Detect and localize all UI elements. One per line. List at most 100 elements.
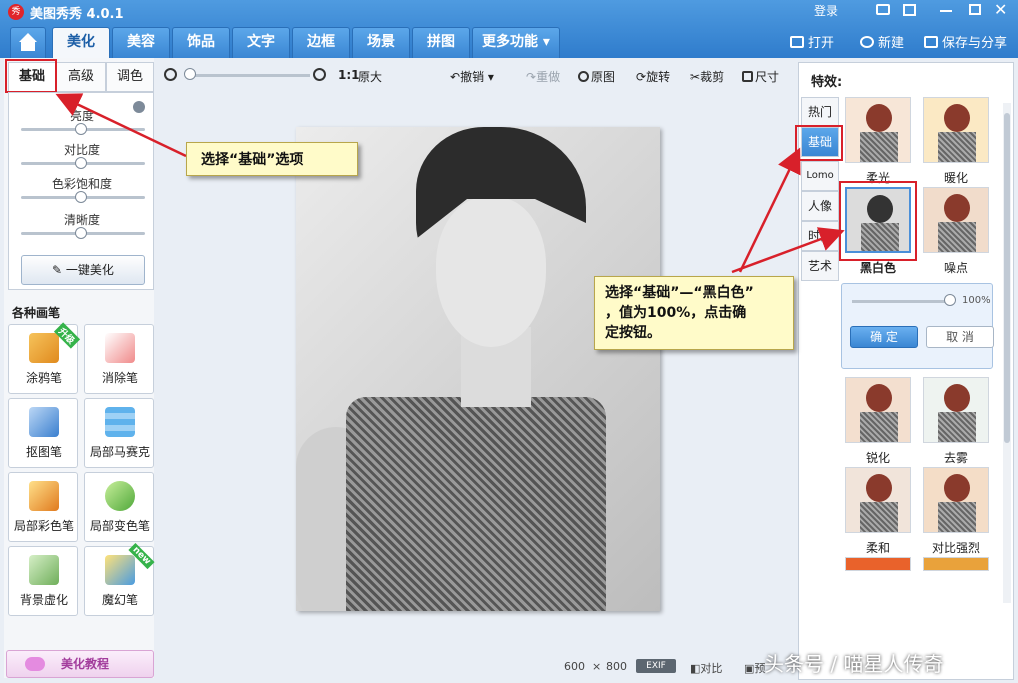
- undo-button[interactable]: ↶撤销 ▾: [450, 68, 494, 85]
- effects-scrollbar[interactable]: [1003, 103, 1011, 603]
- category-art[interactable]: 艺术: [801, 251, 839, 281]
- message-icon[interactable]: [876, 4, 890, 15]
- confirm-button[interactable]: 确 定: [850, 326, 918, 348]
- image-height: 800: [606, 660, 627, 673]
- open-button[interactable]: 打开: [790, 32, 834, 51]
- undo-dropdown-icon[interactable]: ▾: [488, 70, 494, 84]
- thumb-body: [938, 412, 976, 442]
- saturation-thumb[interactable]: [75, 191, 87, 203]
- one-click-beautify-button[interactable]: ✎ 一键美化: [21, 255, 145, 285]
- arrow-to-basic-category: [738, 147, 801, 273]
- tab-beauty[interactable]: 美容: [112, 27, 170, 58]
- contrast-thumb[interactable]: [75, 157, 87, 169]
- effect-partial-1[interactable]: [845, 557, 911, 571]
- category-lomo[interactable]: Lomo: [801, 161, 839, 191]
- brush-partial-color[interactable]: 局部彩色笔: [8, 472, 78, 542]
- tab-beautify[interactable]: 美化: [52, 27, 110, 58]
- home-icon[interactable]: [10, 27, 46, 58]
- zoom-slider[interactable]: [186, 74, 310, 77]
- save-share-button[interactable]: 保存与分享: [924, 32, 1007, 51]
- tab-scene[interactable]: 场景: [352, 27, 410, 58]
- sharpness-thumb[interactable]: [75, 227, 87, 239]
- folder-icon: [790, 36, 804, 48]
- paint-bucket-icon: [105, 481, 135, 511]
- crop-label: 裁剪: [700, 70, 725, 84]
- strength-value: 100%: [962, 295, 991, 306]
- effect-partial-2[interactable]: [923, 557, 989, 571]
- login-link[interactable]: 登录: [814, 2, 838, 19]
- strength-thumb[interactable]: [944, 294, 956, 306]
- category-portrait[interactable]: 人像: [801, 191, 839, 221]
- brush-mosaic[interactable]: 局部马赛克: [84, 398, 154, 468]
- redo-icon: ↷: [526, 70, 537, 84]
- effect-black-white[interactable]: [845, 187, 911, 253]
- brush-eraser[interactable]: 消除笔: [84, 324, 154, 394]
- hand-icon: [25, 657, 45, 671]
- tab-border[interactable]: 边框: [292, 27, 350, 58]
- tab-collage[interactable]: 拼图: [412, 27, 470, 58]
- cancel-button[interactable]: 取 消: [926, 326, 994, 348]
- tab-more-features[interactable]: 更多功能 ▾: [472, 27, 560, 58]
- effect-soft[interactable]: [845, 467, 911, 533]
- zoom-thumb[interactable]: [184, 68, 196, 80]
- original-button[interactable]: 原图: [578, 68, 615, 85]
- brush-background-blur[interactable]: 背景虚化: [8, 546, 78, 616]
- sharpness-label: 清晰度: [63, 213, 100, 227]
- strength-slider[interactable]: [852, 300, 952, 303]
- adjustment-panel: 亮度 对比度 色彩饱和度 清晰度 ✎ 一键美化: [8, 92, 154, 290]
- open-label: 打开: [808, 36, 835, 51]
- tab-accessories[interactable]: 饰品: [172, 27, 230, 58]
- close-icon[interactable]: ✕: [994, 0, 1007, 19]
- edited-photo[interactable]: [296, 127, 660, 611]
- skin-icon[interactable]: [903, 4, 916, 16]
- subtab-advanced[interactable]: 高级: [56, 62, 106, 92]
- tab-text[interactable]: 文字: [232, 27, 290, 58]
- category-fashion[interactable]: 时尚: [801, 221, 839, 251]
- actual-size-button[interactable]: 原大: [358, 68, 382, 85]
- effects-panel: 特效: 热门 基础 Lomo 人像 时尚 艺术 柔光 暖化 黑白色 噪点 100…: [795, 62, 1014, 680]
- brush-eraser-label: 消除笔: [101, 371, 138, 385]
- actual-size-ratio[interactable]: 1:1: [338, 68, 360, 82]
- compare-button[interactable]: ◧对比: [690, 660, 722, 676]
- effect-warm[interactable]: [923, 97, 989, 163]
- brush-doodle[interactable]: 升级 涂鸦笔: [8, 322, 81, 394]
- original-label: 原图: [591, 70, 616, 84]
- exif-button[interactable]: EXIF: [636, 659, 676, 673]
- brush-cutout-label: 抠图笔: [25, 445, 62, 459]
- thumb-head: [866, 104, 892, 132]
- mosaic-icon: [105, 407, 135, 437]
- effect-noise[interactable]: [923, 187, 989, 253]
- maximize-icon[interactable]: [969, 4, 981, 15]
- effect-sharpen[interactable]: [845, 377, 911, 443]
- pen-icon: [29, 407, 59, 437]
- size-label: 尺寸: [755, 70, 780, 84]
- new-button[interactable]: 新建: [860, 32, 904, 51]
- callout-select-basic: 选择“基础”选项: [186, 142, 358, 176]
- scroll-thumb[interactable]: [1004, 113, 1010, 443]
- subtab-color[interactable]: 调色: [106, 62, 154, 92]
- thumb-body: [938, 222, 976, 252]
- brush-magic[interactable]: new 魔幻笔: [84, 542, 155, 616]
- effect-dehaze[interactable]: [923, 377, 989, 443]
- app-title: 美图秀秀 4.0.1: [30, 7, 124, 22]
- effect-warm-label: 暖化: [943, 171, 968, 185]
- effect-soft-light[interactable]: [845, 97, 911, 163]
- rotate-button[interactable]: ⟳旋转: [636, 68, 670, 85]
- category-hot[interactable]: 热门: [801, 97, 839, 127]
- tutorial-button[interactable]: 美化教程: [6, 650, 154, 678]
- brush-cutout[interactable]: 抠图笔: [8, 398, 78, 468]
- effect-high-contrast[interactable]: [923, 467, 989, 533]
- thumb-head: [944, 384, 970, 412]
- rotate-label: 旋转: [646, 70, 671, 84]
- effect-soft-label: 柔和: [865, 541, 890, 555]
- brightness-thumb[interactable]: [75, 123, 87, 135]
- crop-button[interactable]: ✂裁剪: [690, 68, 724, 85]
- zoom-in-icon[interactable]: [313, 68, 326, 81]
- brush-color-change[interactable]: 局部变色笔: [84, 472, 154, 542]
- preview-button[interactable]: ▣预: [744, 660, 765, 676]
- minimize-icon[interactable]: [940, 10, 952, 12]
- redo-button[interactable]: ↷重做: [526, 68, 560, 85]
- thumb-bg: [924, 558, 988, 570]
- zoom-out-icon[interactable]: [164, 68, 177, 81]
- size-button[interactable]: 尺寸: [742, 68, 779, 85]
